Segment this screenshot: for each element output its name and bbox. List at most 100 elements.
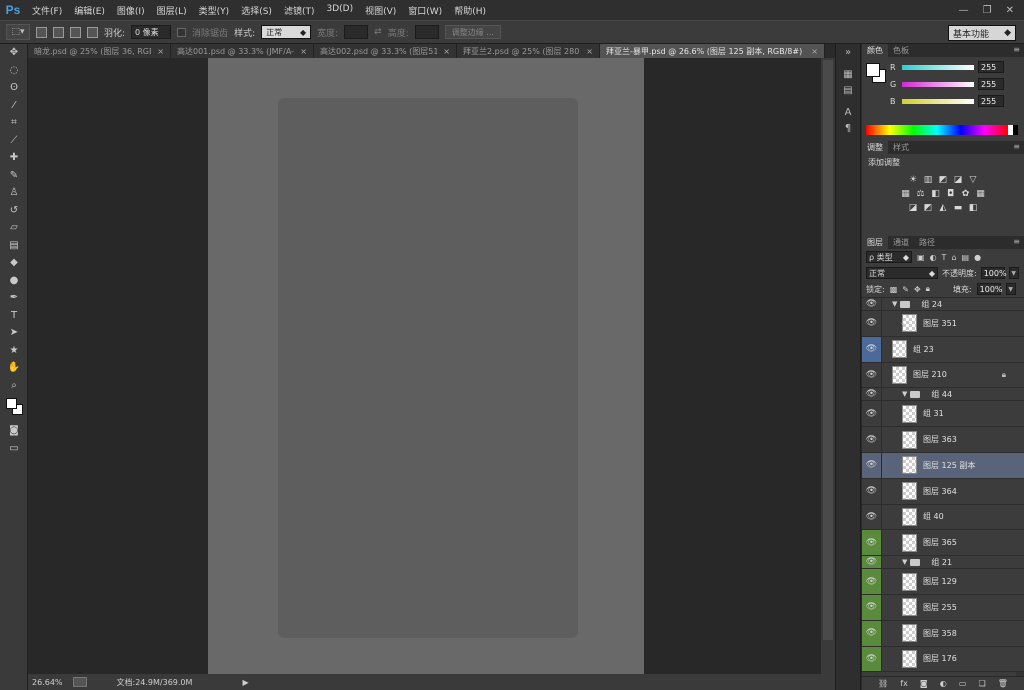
lock-position-icon[interactable]: ✥ [914, 285, 921, 294]
visibility-eye-icon[interactable]: 👁︎ [862, 620, 882, 646]
intersect-selection-mode[interactable] [87, 26, 98, 38]
menu-item[interactable]: 编辑(E) [68, 4, 111, 17]
layer-row[interactable]: 👁︎ 图层 125 副本 [862, 452, 1024, 479]
threshold-icon[interactable]: ◭ [938, 202, 949, 213]
refine-edge-button[interactable]: 调整边缘 ... [444, 25, 501, 39]
document-tab[interactable]: 高达002.psd @ 33.3% (图层51, ... × [314, 44, 457, 58]
healing-brush-tool-icon[interactable]: ✚ [0, 149, 28, 167]
status-menu-arrow[interactable]: ▶ [242, 678, 248, 687]
channel-slider[interactable] [902, 81, 974, 87]
shape-tool-icon[interactable]: ★ [0, 342, 28, 360]
eyedropper-tool-icon[interactable]: ⟋ [0, 132, 28, 150]
marquee-tool-preset[interactable]: ⬚▾ [6, 24, 30, 40]
crop-tool-icon[interactable]: ⌗ [0, 114, 28, 132]
exposure-icon[interactable]: ◪ [953, 174, 964, 185]
move-tool-icon[interactable]: ✥ [0, 44, 28, 62]
history-brush-tool-icon[interactable]: ↺ [0, 202, 28, 220]
visibility-eye-icon[interactable]: 👁︎ [862, 478, 882, 504]
layer-style-icon[interactable]: fx [900, 679, 908, 688]
type-tool-icon[interactable]: T [0, 307, 28, 325]
restore-button[interactable]: ❐ [983, 5, 992, 16]
layer-row[interactable]: 👁︎ 图层 129 [862, 569, 1024, 595]
tab-close-icon[interactable]: × [300, 47, 307, 56]
quick-select-tool-icon[interactable]: ⁄ [0, 97, 28, 115]
marquee-tool-icon[interactable]: ◌ [0, 62, 28, 80]
antialias-checkbox[interactable] [177, 27, 187, 37]
menu-item[interactable]: 帮助(H) [448, 4, 492, 17]
lasso-tool-icon[interactable]: ʘ [0, 79, 28, 97]
gradient-tool-icon[interactable]: ▤ [0, 237, 28, 255]
layer-row[interactable]: 👁︎ 图层 176 [862, 646, 1024, 673]
layer-group-row[interactable]: 👁︎ ▼ 组 24 [862, 298, 1024, 311]
panel-menu-icon[interactable]: ≡ [1013, 237, 1020, 246]
filter-shape-icon[interactable]: ⌂ [951, 253, 956, 262]
zoom-tool-icon[interactable]: ⌕ [0, 377, 28, 395]
visibility-eye-icon[interactable]: 👁︎ [862, 646, 882, 672]
brightness-icon[interactable]: ☀ [908, 174, 919, 185]
layer-row[interactable]: 👁︎ 组 31 [862, 401, 1024, 428]
layer-group-row[interactable]: 👁︎ ▼ 组 44 [862, 388, 1024, 402]
width-input[interactable] [344, 25, 369, 39]
document-tab[interactable]: 拜亚兰-暴甲.psd @ 26.6% (图层 125 副本, RGB/8#) × [600, 44, 825, 58]
layer-row[interactable]: 👁︎ 图层 358 [862, 620, 1024, 647]
visibility-eye-icon[interactable]: 👁︎ [862, 362, 882, 388]
visibility-eye-icon[interactable]: 👁︎ [862, 336, 882, 362]
layer-row[interactable]: 👁︎ 图层 365 [862, 530, 1024, 557]
menu-item[interactable]: 滤镜(T) [278, 4, 321, 17]
group-expand-icon[interactable]: ▼ [902, 558, 907, 566]
fill-arrow[interactable]: ▼ [1005, 283, 1016, 295]
tab-close-icon[interactable]: × [811, 47, 818, 56]
menu-item[interactable]: 窗口(W) [402, 4, 448, 17]
clone-stamp-tool-icon[interactable]: ♙ [0, 184, 28, 202]
blend-mode-select[interactable]: 正常 ◆ [866, 267, 938, 279]
layer-row[interactable]: 👁︎ 图层 255 [862, 594, 1024, 621]
color-lookup-icon[interactable]: ▦ [975, 188, 986, 199]
properties-panel-icon[interactable]: ▤ [836, 82, 860, 98]
tab-swatches[interactable]: 色板 [888, 44, 914, 57]
channel-value[interactable]: 255 [978, 61, 1004, 73]
menu-item[interactable]: 文件(F) [26, 4, 68, 17]
add-selection-mode[interactable] [53, 26, 64, 38]
menu-item[interactable]: 类型(Y) [193, 4, 236, 17]
visibility-eye-icon[interactable]: 👁︎ [862, 427, 882, 452]
document-tab[interactable]: 暗龙.psd @ 25% (图层 36, RGB/... × [28, 44, 171, 58]
path-select-tool-icon[interactable]: ➤ [0, 324, 28, 342]
visibility-eye-icon[interactable]: 👁︎ [862, 452, 882, 478]
visibility-eye-icon[interactable]: 👁︎ [862, 594, 882, 620]
layer-row[interactable]: 👁︎ 图层 364 [862, 478, 1024, 505]
color-foreground[interactable] [866, 63, 880, 77]
tab-close-icon[interactable]: × [586, 47, 593, 56]
layer-row[interactable]: 👁︎ 组 40 [862, 504, 1024, 531]
panel-menu-icon[interactable]: ≡ [1013, 45, 1020, 54]
opacity-input[interactable]: 100% [980, 267, 1007, 279]
filter-toggle-icon[interactable]: ● [974, 253, 981, 262]
tab-adjustments[interactable]: 调整 [862, 141, 888, 154]
filter-pixel-icon[interactable]: ▣ [917, 253, 925, 262]
collapse-icon[interactable]: » [836, 44, 860, 60]
layer-row[interactable]: 👁︎ 图层 351 ↓ [862, 311, 1024, 337]
menu-item[interactable]: 3D(D) [320, 4, 359, 17]
feather-input[interactable]: 0 像素 [131, 25, 172, 39]
pen-tool-icon[interactable]: ✒ [0, 289, 28, 307]
group-expand-icon[interactable]: ▼ [892, 300, 897, 308]
visibility-eye-icon[interactable]: 👁︎ [862, 530, 882, 556]
eraser-tool-icon[interactable]: ▱ [0, 219, 28, 237]
menu-item[interactable]: 图像(I) [111, 4, 151, 17]
tab-close-icon[interactable]: × [157, 47, 164, 56]
vibrance-icon[interactable]: ▽ [968, 174, 979, 185]
levels-icon[interactable]: ▥ [923, 174, 934, 185]
hue-saturation-icon[interactable]: ▦ [900, 188, 911, 199]
new-selection-mode[interactable] [36, 26, 47, 38]
canvas-scroll-thumb[interactable] [823, 60, 833, 640]
minimize-button[interactable]: — [959, 5, 969, 16]
invert-icon[interactable]: ◪ [908, 202, 919, 213]
color-spectrum[interactable] [866, 125, 1008, 135]
color-balance-icon[interactable]: ⚖ [915, 188, 926, 199]
opacity-arrow[interactable]: ▼ [1008, 267, 1019, 279]
channel-slider[interactable] [902, 64, 974, 70]
photo-filter-icon[interactable]: ◘ [945, 188, 956, 199]
visibility-eye-icon[interactable]: 👁︎ [862, 504, 882, 530]
layer-row[interactable]: 👁︎ 图层 210 🔒︎ [862, 362, 1024, 389]
channel-mixer-icon[interactable]: ✿ [960, 188, 971, 199]
spectrum-black-white[interactable] [1008, 125, 1018, 135]
